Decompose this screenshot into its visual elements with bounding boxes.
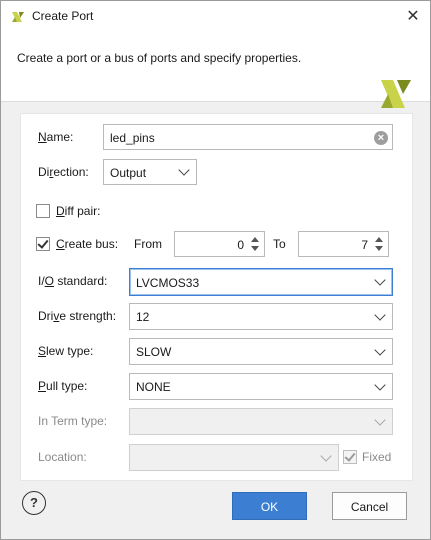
arrow-down-icon[interactable] (251, 246, 259, 251)
io-standard-select[interactable]: LVCMOS33 (129, 268, 393, 296)
arrow-down-icon[interactable] (375, 246, 383, 251)
chevron-down-icon (374, 308, 386, 321)
direction-value: Output (110, 166, 147, 180)
location-label: Location: (38, 450, 87, 464)
pull-type-label: Pull type: (38, 379, 88, 393)
name-input-value: led_pins (110, 131, 155, 145)
chevron-down-icon (374, 413, 386, 426)
fixed-label: Fixed (362, 450, 392, 464)
diff-pair-label: Diff pair: (56, 204, 101, 218)
chevron-down-icon (178, 164, 190, 176)
arrow-up-icon[interactable] (375, 237, 383, 242)
close-icon: ✕ (406, 8, 420, 25)
io-standard-label: I/O standard: (38, 274, 108, 288)
help-icon: ? (30, 495, 38, 510)
pull-type-value: NONE (136, 380, 171, 394)
dialog-description: Create a port or a bus of ports and spec… (17, 51, 302, 65)
arrow-up-icon[interactable] (251, 237, 259, 242)
port-properties-form: Name: led_pins × Direction: Output Diff … (20, 113, 413, 481)
vivado-logo-icon (381, 80, 411, 108)
help-button[interactable]: ? (22, 491, 46, 515)
cancel-button[interactable]: Cancel (332, 492, 407, 520)
create-port-dialog: Create Port ✕ Create a port or a bus of … (0, 0, 431, 540)
chevron-down-icon (374, 343, 386, 356)
location-select (129, 444, 339, 471)
chevron-down-icon (320, 449, 332, 462)
description-banner: Create a port or a bus of ports and spec… (1, 32, 430, 108)
pull-type-select[interactable]: NONE (129, 373, 393, 400)
slew-type-label: Slew type: (38, 344, 94, 358)
drive-strength-value: 12 (136, 310, 150, 324)
vivado-logo-icon (12, 12, 24, 22)
drive-strength-select[interactable]: 12 (129, 303, 393, 330)
fixed-checkbox (343, 450, 357, 464)
ok-button[interactable]: OK (232, 492, 307, 520)
diff-pair-checkbox[interactable] (36, 204, 50, 218)
direction-select[interactable]: Output (103, 159, 197, 185)
io-standard-value: LVCMOS33 (136, 276, 200, 290)
in-term-type-label: In Term type: (38, 414, 108, 428)
spinner-arrows[interactable] (373, 234, 385, 254)
from-label: From (134, 237, 162, 251)
to-value: 7 (361, 238, 368, 252)
from-value: 0 (237, 238, 244, 252)
create-bus-label: Create bus: (56, 237, 119, 251)
in-term-type-select (129, 408, 393, 435)
close-button[interactable]: ✕ (396, 1, 430, 32)
create-bus-checkbox[interactable] (36, 237, 50, 251)
direction-label: Direction: (38, 165, 89, 179)
from-spinner[interactable]: 0 (174, 231, 265, 257)
slew-type-value: SLOW (136, 345, 172, 359)
chevron-down-icon (374, 378, 386, 391)
to-spinner[interactable]: 7 (298, 231, 389, 257)
clear-icon[interactable]: × (374, 131, 388, 145)
chevron-down-icon (374, 274, 386, 286)
slew-type-select[interactable]: SLOW (129, 338, 393, 365)
window-title: Create Port (32, 9, 94, 23)
name-label: Name: (38, 130, 74, 144)
name-input[interactable]: led_pins × (103, 124, 393, 150)
spinner-arrows[interactable] (249, 234, 261, 254)
to-label: To (273, 237, 286, 251)
drive-strength-label: Drive strength: (38, 309, 117, 323)
title-bar: Create Port ✕ (1, 1, 430, 32)
